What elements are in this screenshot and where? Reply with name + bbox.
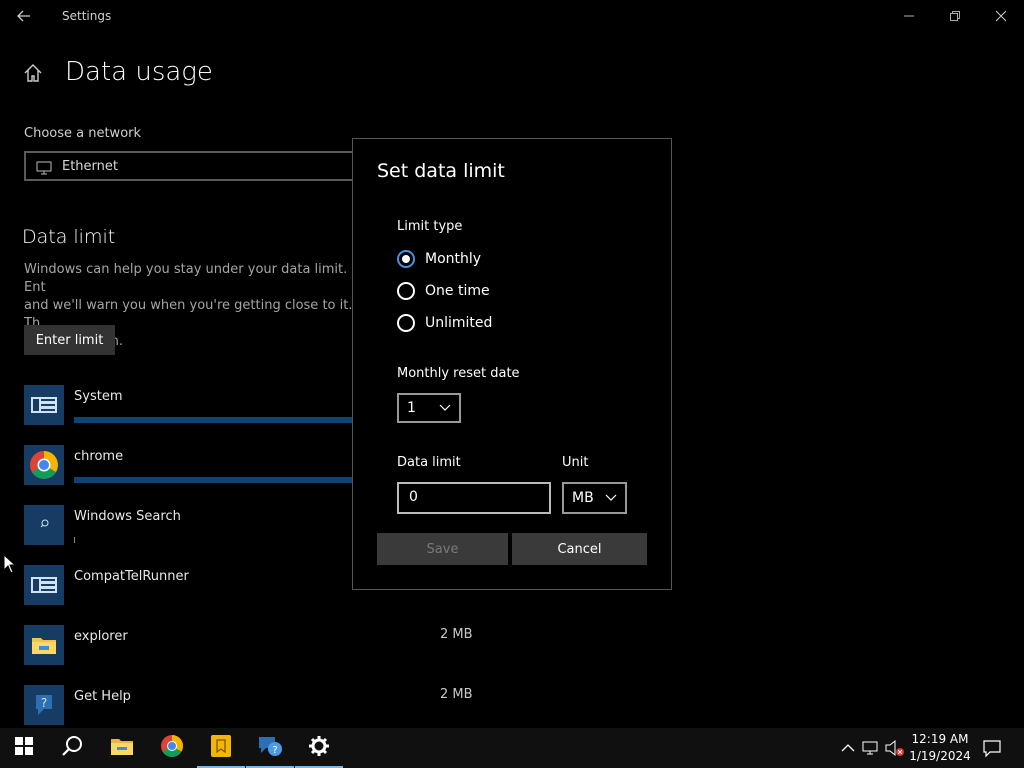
- taskbar-clock[interactable]: 12:19 AM 1/19/2024: [905, 731, 975, 765]
- app-name: Get Help: [74, 689, 131, 704]
- usage-bar: [74, 417, 352, 423]
- clock-time: 12:19 AM: [911, 732, 969, 746]
- taskbar-settings[interactable]: [295, 728, 343, 768]
- taskbar-chrome[interactable]: [148, 728, 196, 768]
- back-arrow-icon[interactable]: [14, 6, 34, 26]
- notes-app-icon: [210, 734, 232, 762]
- reset-date-dropdown[interactable]: 1: [397, 393, 461, 423]
- app-name: System: [74, 389, 123, 404]
- home-icon[interactable]: [22, 62, 44, 84]
- enter-limit-button[interactable]: Enter limit: [24, 325, 115, 355]
- list-item: ? Get Help 2 MB: [24, 685, 484, 729]
- taskbar-file-explorer[interactable]: [98, 728, 146, 768]
- title-bar: Settings: [0, 0, 1024, 32]
- taskbar-get-help[interactable]: ?: [246, 728, 294, 768]
- chevron-down-icon: [439, 400, 451, 416]
- save-button[interactable]: Save: [377, 533, 508, 565]
- reset-date-label: Monthly reset date: [397, 366, 520, 381]
- explorer-app-icon: [24, 625, 64, 665]
- unit-value: MB: [572, 490, 594, 506]
- svg-text:?: ?: [41, 696, 47, 710]
- network-tray-icon[interactable]: [861, 738, 881, 758]
- app-usage-size: 2 MB: [440, 627, 473, 642]
- system-app-icon: [24, 385, 64, 425]
- radio-circle: [397, 314, 415, 332]
- chevron-up-icon[interactable]: [838, 738, 858, 758]
- cancel-button[interactable]: Cancel: [512, 533, 647, 565]
- app-usage-size: 2 MB: [440, 687, 473, 702]
- close-button[interactable]: [978, 0, 1024, 32]
- notification-center-icon[interactable]: [982, 738, 1002, 758]
- radio-circle: [397, 282, 415, 300]
- search-icon: [61, 735, 83, 761]
- app-name: chrome: [74, 449, 124, 464]
- dialog-title: Set data limit: [377, 160, 505, 182]
- unit-label: Unit: [562, 455, 589, 470]
- set-data-limit-dialog: Set data limit Limit type Monthly One ti…: [352, 138, 672, 590]
- taskbar: ? 12:19 AM 1/19/2024: [0, 728, 1024, 768]
- ethernet-icon: [36, 160, 54, 179]
- app-name: explorer: [74, 629, 128, 644]
- app-name: Windows Search: [74, 509, 181, 524]
- network-label: Choose a network: [24, 126, 142, 141]
- radio-label: Monthly: [425, 251, 482, 267]
- get-help-app-icon: ?: [24, 685, 64, 725]
- unit-dropdown[interactable]: MB: [562, 482, 627, 514]
- radio-label: One time: [425, 283, 490, 299]
- radio-circle: [397, 250, 415, 268]
- limit-type-label: Limit type: [397, 219, 463, 234]
- radio-unlimited[interactable]: Unlimited: [397, 311, 497, 335]
- data-limit-heading: Data limit: [22, 226, 116, 248]
- page-title: Data usage: [65, 57, 213, 87]
- data-limit-input[interactable]: 0: [397, 482, 551, 514]
- clock-date: 1/19/2024: [909, 749, 971, 763]
- compattelrunner-app-icon: [24, 565, 64, 605]
- data-limit-label: Data limit: [397, 455, 461, 470]
- list-item: explorer 2 MB: [24, 625, 484, 669]
- usage-bar: [74, 537, 75, 543]
- radio-one-time[interactable]: One time: [397, 279, 497, 303]
- start-button[interactable]: [0, 728, 48, 768]
- mouse-cursor-icon: [3, 553, 17, 578]
- usage-bar: [74, 477, 352, 483]
- radio-label: Unlimited: [425, 315, 493, 331]
- taskbar-search-button[interactable]: [48, 728, 96, 768]
- network-selected: Ethernet: [62, 159, 118, 174]
- chrome-app-icon: [24, 445, 64, 485]
- windows-search-app-icon: [24, 505, 64, 545]
- window-title: Settings: [62, 9, 112, 23]
- reset-date-value: 1: [407, 400, 416, 416]
- network-dropdown[interactable]: Ethernet: [24, 151, 354, 181]
- windows-logo-icon: [15, 737, 33, 759]
- radio-monthly[interactable]: Monthly: [397, 247, 497, 271]
- gear-icon: [308, 735, 330, 761]
- restore-button[interactable]: [932, 0, 978, 32]
- chevron-down-icon: [605, 490, 617, 506]
- minimize-button[interactable]: [886, 0, 932, 32]
- svg-text:?: ?: [272, 745, 277, 756]
- taskbar-app-yellow[interactable]: [197, 728, 245, 768]
- chrome-icon: [160, 734, 184, 762]
- get-help-icon: ?: [257, 734, 283, 762]
- folder-icon: [110, 736, 134, 760]
- volume-muted-icon[interactable]: [884, 738, 904, 758]
- app-name: CompatTelRunner: [74, 569, 189, 584]
